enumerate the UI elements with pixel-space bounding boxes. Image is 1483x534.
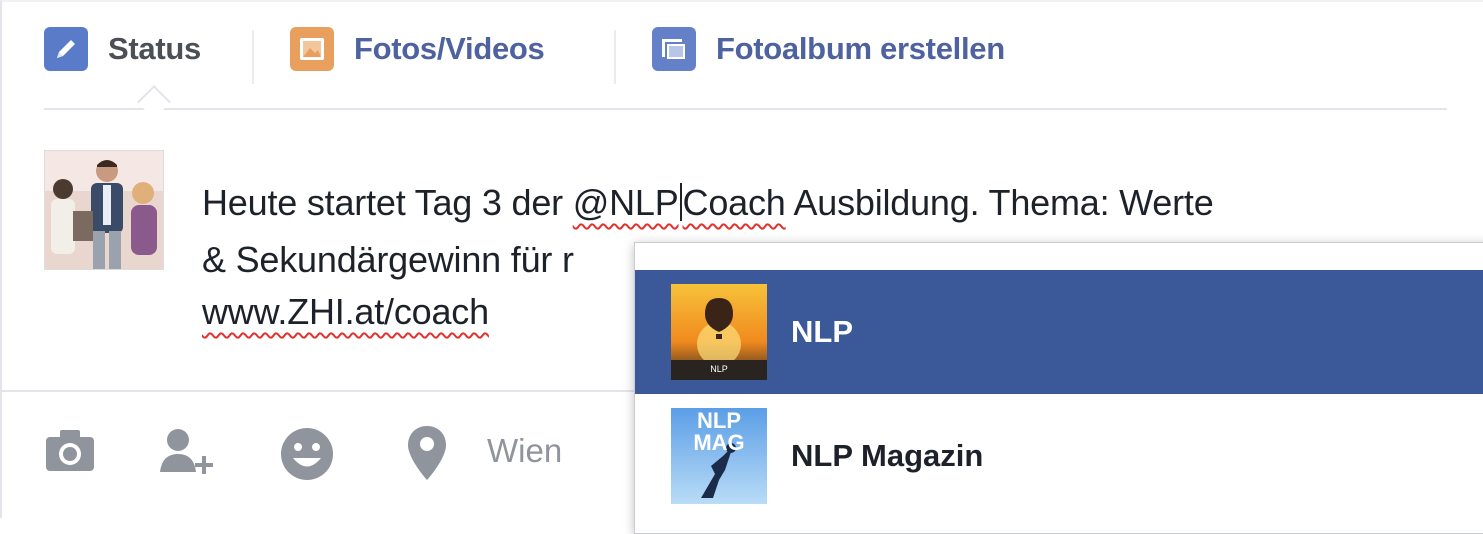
- thumbnail-text: MAG: [693, 430, 745, 455]
- location-label[interactable]: Wien: [487, 432, 562, 470]
- thumbnail-text: NLP: [710, 364, 728, 374]
- misspelled-word: Coach: [682, 182, 786, 223]
- status-composer: Status Fotos/Videos Fotoalbum erstellen: [0, 0, 1483, 534]
- tab-photos-videos[interactable]: Fotos/Videos: [290, 24, 545, 74]
- post-text-segment: & Sekundärgewinn für r: [202, 239, 574, 280]
- suggestion-item-nlp[interactable]: NLP NLP: [635, 270, 1483, 394]
- post-text-line-3[interactable]: www.ZHI.at/coach: [202, 291, 489, 333]
- location-pin-icon[interactable]: [406, 424, 448, 487]
- mention-suggestions-dropdown: NLP NLP NLP MAG NLP Magazin: [634, 242, 1483, 534]
- tab-create-album[interactable]: Fotoalbum erstellen: [652, 24, 1005, 74]
- page-thumbnail: NLP MAG: [671, 408, 767, 504]
- post-text-segment: Ausbildung. Thema: Werte: [785, 182, 1214, 223]
- smiley-icon[interactable]: [278, 425, 336, 488]
- tab-status-label: Status: [108, 31, 201, 66]
- tab-divider: [614, 30, 616, 84]
- tab-divider: [252, 30, 254, 84]
- tab-photos-videos-label: Fotos/Videos: [354, 31, 545, 66]
- avatar: [44, 150, 164, 270]
- text-caret: [679, 183, 682, 221]
- post-text-segment: Heute startet Tag 3 der: [202, 182, 573, 223]
- photo-icon: [290, 27, 334, 71]
- post-link-text: www.ZHI.at/coach: [202, 291, 489, 332]
- pencil-icon: [44, 27, 88, 71]
- suggestion-item-nlp-magazin[interactable]: NLP MAG NLP Magazin: [635, 394, 1483, 518]
- page-thumbnail: NLP: [671, 284, 767, 380]
- thumbnail-text: NLP: [697, 408, 741, 433]
- tab-create-album-label: Fotoalbum erstellen: [716, 31, 1005, 66]
- suggestion-name: NLP Magazin: [791, 438, 984, 473]
- tab-underline: [44, 108, 1447, 110]
- post-text-line-2[interactable]: & Sekundärgewinn für r: [202, 239, 574, 281]
- mention-text: @NLP: [572, 182, 679, 223]
- post-text-line-1[interactable]: Heute startet Tag 3 der @NLP Coach Ausbil…: [202, 182, 1214, 224]
- suggestion-name: NLP: [791, 314, 853, 349]
- active-tab-notch: [137, 85, 171, 119]
- tag-friend-icon[interactable]: [158, 426, 222, 483]
- composer-divider: [2, 390, 642, 392]
- camera-icon[interactable]: [44, 427, 96, 478]
- tab-status[interactable]: Status: [44, 24, 201, 74]
- album-icon: [652, 27, 696, 71]
